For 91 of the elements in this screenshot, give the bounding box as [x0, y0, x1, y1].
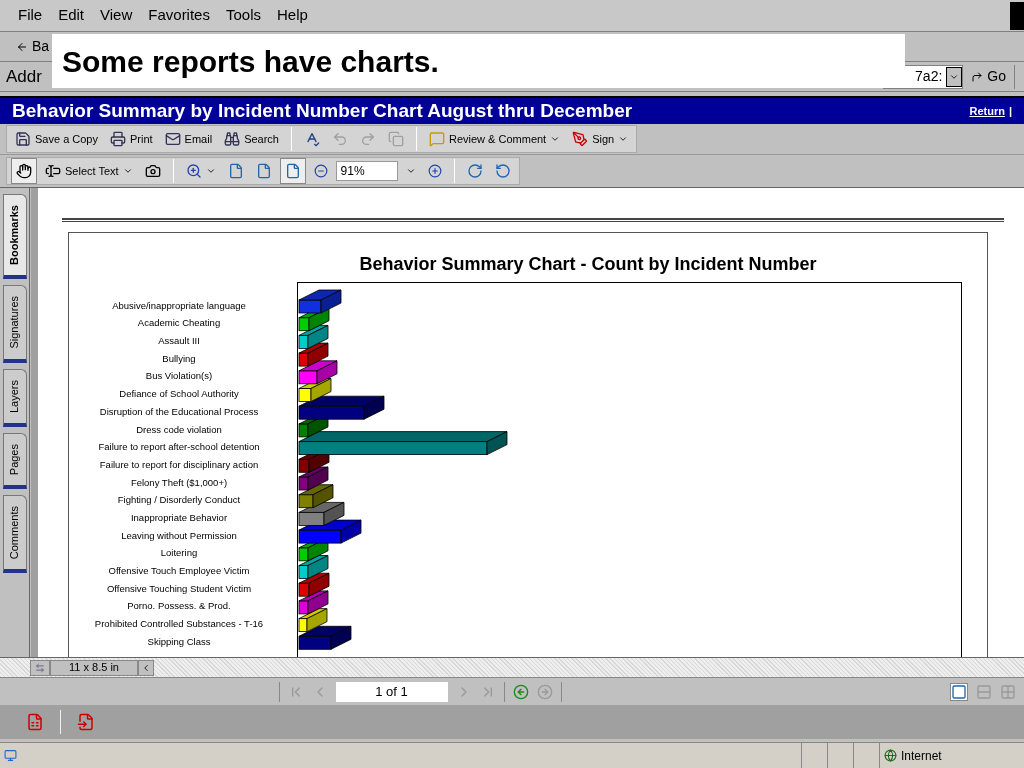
- back-button[interactable]: [512, 683, 529, 700]
- split-button[interactable]: [30, 659, 50, 676]
- side-tab[interactable]: Comments: [2, 494, 27, 573]
- speech-bubble-icon: [429, 131, 445, 147]
- hand-tool-button[interactable]: [11, 158, 37, 184]
- back-button[interactable]: Ba: [16, 36, 50, 57]
- form-icon[interactable]: [26, 713, 44, 731]
- redo-icon: [360, 131, 376, 147]
- category-label: Fighting / Disorderly Conduct: [117, 493, 241, 508]
- zoom-in-icon: [185, 163, 202, 179]
- category-label: Abusive/inappropriate language: [112, 298, 246, 313]
- caret-icon: [205, 166, 216, 176]
- plus-icon: [427, 164, 442, 178]
- spellcheck-icon: [304, 131, 320, 147]
- copy-icon: [388, 131, 404, 147]
- menu-item[interactable]: Edit: [58, 4, 85, 27]
- go-arrow-icon: [971, 70, 984, 83]
- category-label: Leaving without Permission: [121, 528, 237, 543]
- category-label: Felony Theft ($1,000+): [130, 475, 228, 490]
- caption-text: Some reports have charts.: [62, 43, 439, 80]
- return-link[interactable]: Return: [969, 102, 1005, 120]
- chart-title: Behavior Summary Chart - Count by Incident Number: [359, 254, 817, 274]
- undo-icon: [332, 131, 348, 147]
- side-tab[interactable]: Signatures: [2, 284, 27, 363]
- minus-icon: [313, 164, 328, 178]
- category-label: Dress code violation: [136, 422, 222, 437]
- menu-item[interactable]: Favorites: [148, 4, 210, 27]
- single-page-button[interactable]: [950, 682, 968, 701]
- category-label: Offensive Touch Employee Victim: [108, 564, 250, 579]
- page-number-field[interactable]: 1 of 1: [335, 681, 448, 702]
- side-tab[interactable]: Bookmarks: [2, 194, 27, 279]
- page-view-button[interactable]: [279, 158, 306, 184]
- mail-icon: [164, 131, 181, 147]
- category-label: Bus Violation(s): [145, 369, 213, 384]
- report-title: Behavior Summary by Incident Number Chart August thru December: [12, 98, 633, 123]
- category-label: Disruption of the Educational Process: [99, 404, 259, 419]
- category-label: Academic Cheating: [137, 316, 221, 331]
- category-label: Failure to report after-school detention: [98, 440, 260, 455]
- toolbar-button[interactable]: Email: [160, 130, 217, 148]
- caret-icon: [618, 134, 629, 144]
- zone-label: Internet: [901, 747, 942, 765]
- zoom-field[interactable]: 91%: [335, 161, 398, 181]
- category-label: Skipping Class: [147, 634, 211, 649]
- scroll-left-button[interactable]: [138, 659, 154, 676]
- category-label: Assault III: [158, 334, 200, 349]
- square-icon: [951, 683, 967, 700]
- grid-icon: [1000, 683, 1016, 700]
- category-label: Inappropriate Behavior: [130, 510, 228, 525]
- menu-item[interactable]: View: [100, 4, 133, 27]
- category-label: Prohibited Controlled Substances - T-16: [94, 617, 264, 632]
- binoculars-icon: [224, 131, 241, 147]
- toolbar-button[interactable]: Save a Copy: [11, 130, 102, 148]
- review-comment-button[interactable]: Review & Comment: [425, 130, 565, 148]
- globe-icon: [884, 749, 897, 762]
- split-icon: [35, 662, 45, 673]
- window-edge: [1010, 1, 1024, 30]
- category-label: Bullying: [162, 351, 196, 366]
- category-label: Loitering: [160, 546, 198, 561]
- link-separator: |: [1008, 103, 1012, 119]
- hand-icon: [16, 163, 32, 179]
- save-icon: [15, 131, 31, 147]
- rotate-clockwise-icon: [466, 163, 483, 179]
- side-tab[interactable]: Layers: [2, 368, 27, 427]
- text-cursor-icon: [45, 163, 61, 179]
- back-arrow-icon: [16, 40, 28, 53]
- continuous-button[interactable]: [976, 682, 992, 701]
- category-label: Failure to report for disciplinary action: [99, 457, 259, 472]
- menu-item[interactable]: File: [18, 4, 43, 27]
- page-size-field: 11 x 8.5 in: [50, 659, 138, 676]
- side-tab[interactable]: Pages: [2, 432, 27, 489]
- sign-button[interactable]: Sign: [568, 130, 633, 148]
- rotate-counterclockwise-icon: [494, 163, 511, 179]
- category-label: Offensive Touching Student Victim: [106, 581, 252, 596]
- rows-icon: [976, 683, 992, 700]
- menu-item[interactable]: Tools: [225, 4, 261, 27]
- category-label: Defiance of School Authority: [119, 387, 239, 402]
- toolbar-button[interactable]: Search: [220, 130, 283, 148]
- category-label: Porno. Possess. & Prod.: [127, 599, 231, 614]
- printer-icon: [110, 131, 126, 147]
- pen-icon: [572, 131, 589, 147]
- select-text-button[interactable]: Select Text: [41, 162, 137, 180]
- camera-icon: [144, 163, 161, 179]
- caret-icon: [122, 166, 133, 176]
- go-button[interactable]: Go: [971, 66, 1006, 87]
- address-label: Addr: [6, 65, 42, 88]
- caret-icon: [405, 166, 416, 176]
- menu-item[interactable]: Help: [277, 4, 308, 27]
- toolbar-button[interactable]: Print: [106, 130, 157, 148]
- export-icon[interactable]: [77, 713, 95, 731]
- facing-button[interactable]: [1000, 682, 1016, 701]
- caret-icon: [550, 134, 561, 144]
